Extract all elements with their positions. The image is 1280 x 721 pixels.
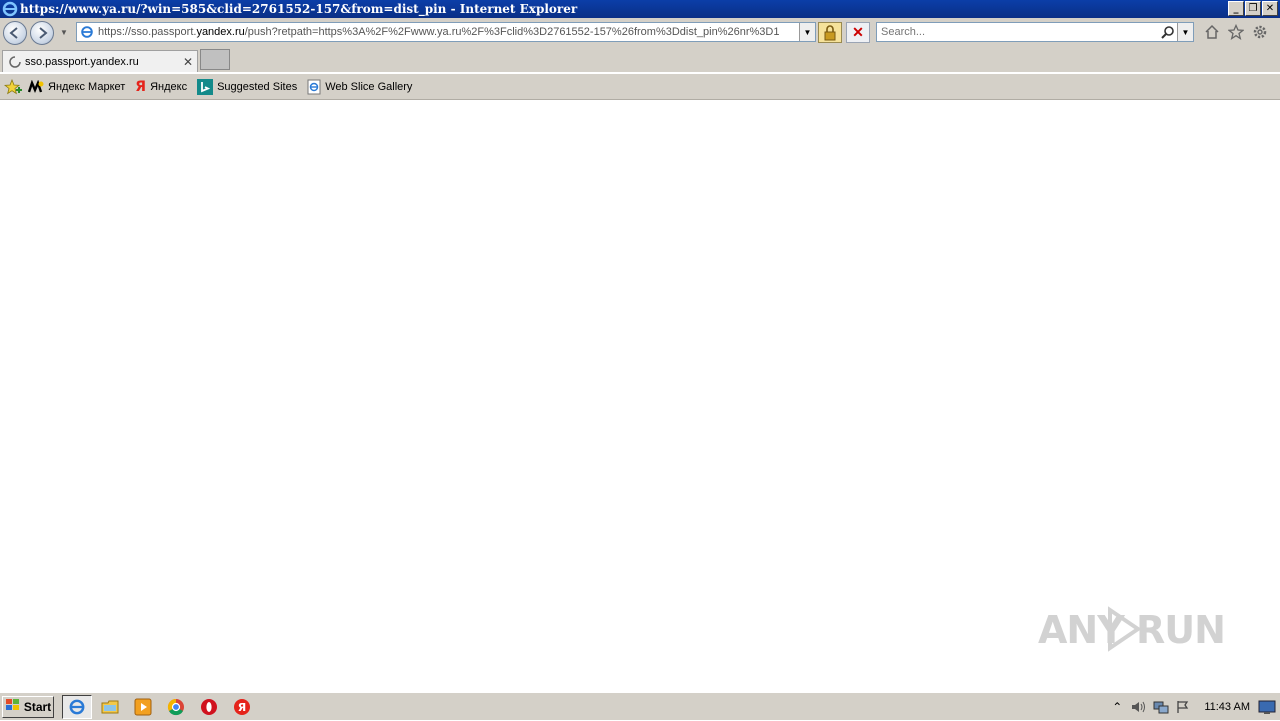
- media-player-icon: [134, 698, 152, 715]
- action-center-flag-icon[interactable]: [1172, 700, 1194, 714]
- forward-arrow-icon: [39, 27, 48, 39]
- address-suffix: /push?retpath=https%3A%2F%2Fwww.ya.ru%2F…: [244, 26, 780, 38]
- folder-icon: [101, 700, 119, 713]
- anyrun-watermark: ANY RUN: [1038, 606, 1226, 652]
- new-tab-button[interactable]: [200, 49, 230, 70]
- stop-button[interactable]: ✕: [846, 22, 870, 43]
- favorite-yandex[interactable]: Я Яндекс: [135, 79, 187, 95]
- bing-icon: [197, 78, 214, 95]
- back-button[interactable]: [3, 21, 27, 45]
- address-text[interactable]: https://sso.passport.yandex.ru/push?retp…: [98, 26, 799, 38]
- close-window-button[interactable]: ✕: [1262, 1, 1278, 16]
- address-domain: yandex.ru: [196, 26, 245, 38]
- taskbar-yandex-browser[interactable]: Я: [227, 695, 257, 719]
- web-slice-icon: [307, 79, 321, 95]
- internet-explorer-icon: [2, 1, 18, 17]
- favorites-bar: Яндекс Маркет Я Яндекс Suggested Sites W…: [0, 74, 1280, 100]
- chrome-icon: [167, 698, 184, 715]
- favorite-suggested-sites[interactable]: Suggested Sites: [197, 78, 298, 95]
- address-dropdown-button[interactable]: ▼: [799, 23, 815, 41]
- history-dropdown-icon[interactable]: ▼: [60, 28, 68, 37]
- page-ie-icon: [80, 25, 94, 39]
- internet-explorer-icon: [69, 699, 85, 714]
- svg-text:Я: Я: [238, 701, 246, 714]
- favorite-label: Web Slice Gallery: [325, 80, 413, 93]
- page-content: [0, 100, 1280, 691]
- favorite-label: Яндекс Маркет: [48, 80, 126, 93]
- favorite-web-slice-gallery[interactable]: Web Slice Gallery: [307, 79, 412, 95]
- address-prefix: https://sso.passport.: [98, 26, 197, 38]
- clock[interactable]: 11:43 AM: [1204, 701, 1250, 713]
- title-bar: https://www.ya.ru/?win=585&clid=2761552-…: [0, 0, 1280, 18]
- minimize-button[interactable]: _: [1228, 1, 1244, 16]
- favorite-yandex-market[interactable]: Яндекс Маркет: [28, 79, 126, 94]
- search-box[interactable]: ▼: [876, 22, 1194, 42]
- favorite-label: Яндекс: [150, 80, 188, 93]
- add-favorites-icon[interactable]: [4, 78, 22, 95]
- tab-label: sso.passport.yandex.ru: [25, 55, 139, 68]
- command-icons: [1204, 23, 1268, 45]
- search-dropdown-button[interactable]: ▼: [1177, 23, 1193, 41]
- security-lock-button[interactable]: [818, 22, 842, 43]
- yandex-market-icon: [28, 79, 44, 94]
- favorite-label: Suggested Sites: [217, 80, 298, 93]
- home-icon[interactable]: [1204, 24, 1220, 45]
- address-bar[interactable]: https://sso.passport.yandex.ru/push?retp…: [76, 22, 816, 42]
- network-icon[interactable]: [1150, 700, 1172, 714]
- play-logo-icon: [1108, 606, 1142, 652]
- system-tray: ⌃ 11:43 AM: [1106, 693, 1280, 720]
- lock-icon: [824, 24, 836, 40]
- yandex-icon: Я: [135, 78, 147, 95]
- back-arrow-icon: [9, 27, 18, 39]
- show-hidden-icons-button[interactable]: ⌃: [1106, 700, 1128, 714]
- opera-icon: [201, 698, 217, 715]
- stop-icon: ✕: [852, 24, 864, 40]
- forward-button[interactable]: [30, 21, 54, 45]
- window-title: https://www.ya.ru/?win=585&clid=2761552-…: [20, 2, 578, 16]
- start-button[interactable]: Start: [2, 695, 54, 718]
- show-desktop-icon[interactable]: [1258, 698, 1276, 716]
- taskbar-explorer[interactable]: [95, 695, 125, 719]
- restore-button[interactable]: ❐: [1245, 1, 1261, 16]
- yandex-browser-icon: Я: [234, 698, 250, 715]
- search-input[interactable]: [881, 26, 1161, 38]
- window-controls: _ ❐ ✕: [1228, 1, 1278, 16]
- taskbar-chrome[interactable]: [161, 695, 191, 719]
- start-label: Start: [23, 699, 52, 714]
- windows-flag-icon: [5, 698, 21, 715]
- taskbar: Start Я ⌃ 11:43 AM: [0, 692, 1280, 720]
- taskbar-opera[interactable]: [194, 695, 224, 719]
- taskbar-media-player[interactable]: [128, 695, 158, 719]
- favorites-star-icon[interactable]: [1227, 23, 1245, 45]
- taskbar-ie[interactable]: [62, 694, 92, 719]
- close-tab-button[interactable]: ✕: [183, 55, 193, 69]
- navigation-bar: ▼ https://sso.passport.yandex.ru/push?re…: [0, 18, 1280, 48]
- loading-spinner-icon: [9, 55, 21, 68]
- search-icon[interactable]: [1161, 25, 1175, 39]
- tab-sso-passport[interactable]: sso.passport.yandex.ru ✕: [2, 50, 198, 72]
- tab-bar: sso.passport.yandex.ru ✕: [0, 48, 1280, 72]
- gear-icon[interactable]: [1252, 24, 1268, 45]
- volume-icon[interactable]: [1128, 700, 1150, 714]
